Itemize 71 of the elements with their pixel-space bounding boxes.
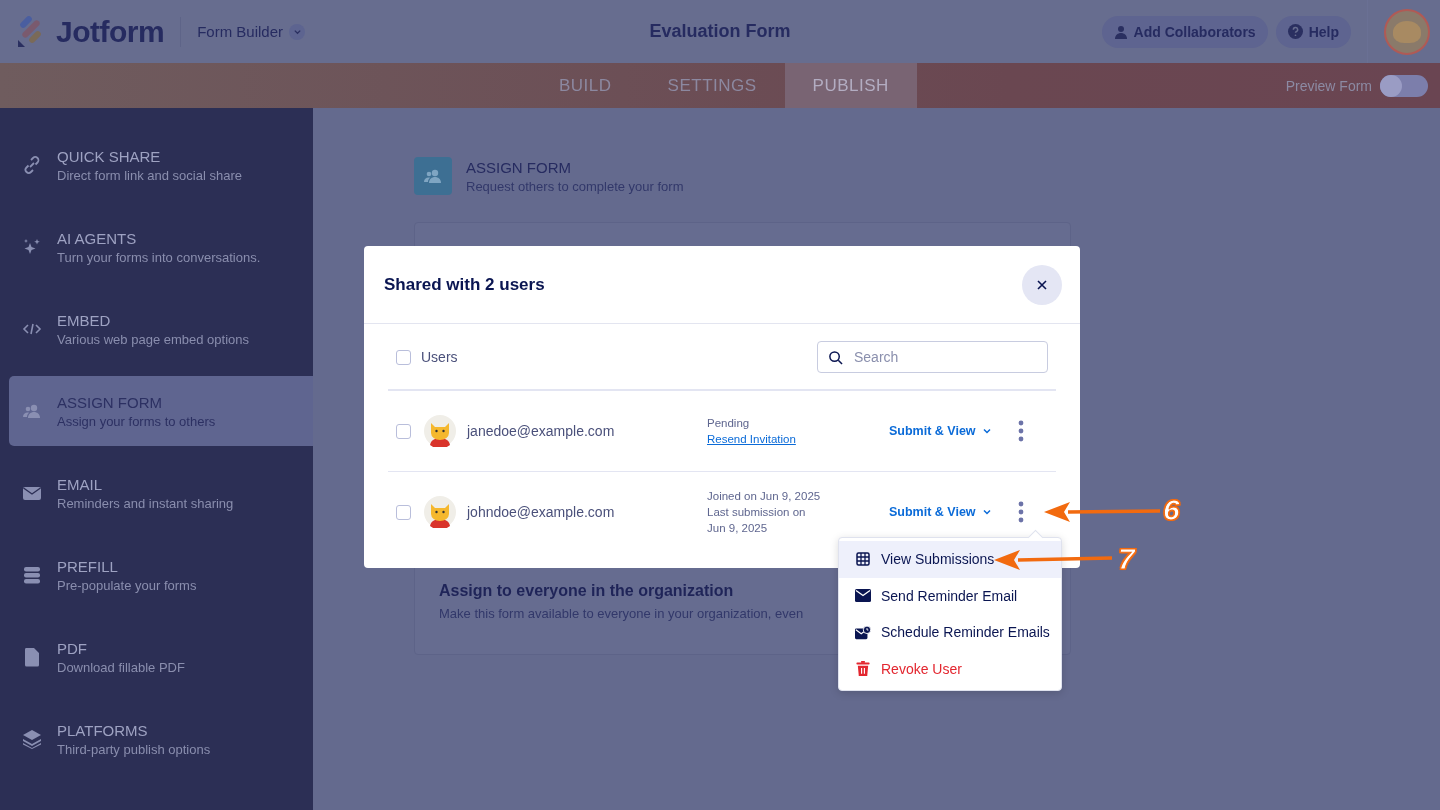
user-email: johndoe@example.com bbox=[467, 504, 616, 520]
card-title: Assign to everyone in the organization bbox=[439, 582, 734, 600]
menu-item[interactable]: Schedule Reminder Emails bbox=[839, 614, 1061, 651]
search-field[interactable]: Search bbox=[817, 341, 1048, 373]
row-checkbox[interactable] bbox=[396, 423, 411, 439]
sidebar-item[interactable]: EMAIL Reminders and instant sharing bbox=[9, 458, 313, 528]
people-icon bbox=[414, 157, 452, 195]
permission-dropdown[interactable]: Submit & View bbox=[889, 424, 992, 438]
close-icon bbox=[1036, 278, 1048, 291]
sidebar-item-title: PLATFORMS bbox=[57, 721, 149, 739]
sidebar-item[interactable]: PREFILL Pre-populate your forms bbox=[9, 540, 313, 610]
dialog-title: Shared with 2 users bbox=[384, 274, 545, 295]
user-email: janedoe@example.com bbox=[467, 423, 616, 439]
sidebar-item-title: EMAIL bbox=[57, 475, 103, 493]
mail-clock-icon bbox=[855, 624, 871, 640]
sidebar-item[interactable]: EMBED Various web page embed options bbox=[9, 294, 313, 364]
help-icon bbox=[1287, 24, 1303, 39]
search-icon bbox=[828, 350, 843, 365]
sidebar-item-subtitle: Download fillable PDF bbox=[57, 659, 185, 675]
row-checkbox[interactable] bbox=[396, 504, 411, 520]
sidebar-item[interactable]: PDF Download fillable PDF bbox=[9, 622, 313, 692]
sidebar-item-subtitle: Direct form link and social share bbox=[57, 167, 242, 183]
sidebar-item-title: AI AGENTS bbox=[57, 229, 138, 247]
menu-item[interactable]: Send Reminder Email bbox=[839, 577, 1061, 614]
status-text: Jun 9, 2025 bbox=[707, 522, 769, 534]
sidebar-item-title: PREFILL bbox=[57, 557, 119, 575]
logo-text: Jotform bbox=[56, 14, 165, 49]
sidebar-item-title: QUICK SHARE bbox=[57, 147, 162, 165]
more-options-button[interactable] bbox=[1017, 501, 1024, 523]
section-title: ASSIGN FORM bbox=[466, 158, 572, 176]
preview-label: Preview Form bbox=[1285, 77, 1372, 94]
form-title: Evaluation Form bbox=[649, 21, 791, 42]
form-builder-menu[interactable]: Form Builder bbox=[197, 23, 306, 40]
preview-toggle[interactable] bbox=[1380, 74, 1428, 97]
table-icon bbox=[855, 552, 871, 567]
sidebar-item-subtitle: Pre-populate your forms bbox=[57, 577, 197, 593]
trash-icon bbox=[855, 661, 871, 677]
status-text: Joined on Jun 9, 2025 bbox=[707, 490, 822, 502]
sidebar-item-subtitle: Reminders and instant sharing bbox=[57, 495, 234, 511]
chevron-down-icon bbox=[981, 426, 992, 436]
menu-item[interactable]: Revoke User bbox=[839, 650, 1061, 687]
callout-number: 6 bbox=[1163, 493, 1180, 527]
sidebar-item-title: PDF bbox=[57, 639, 88, 657]
sidebar-item-subtitle: Various web page embed options bbox=[57, 331, 249, 347]
mail-icon bbox=[855, 589, 871, 603]
stack-icon bbox=[22, 565, 42, 585]
layers-icon bbox=[22, 729, 42, 749]
sidebar-item[interactable]: QUICK SHARE Direct form link and social share bbox=[9, 130, 313, 200]
more-options-button[interactable] bbox=[1017, 420, 1024, 442]
pdf-icon bbox=[22, 647, 42, 667]
permission-dropdown[interactable]: Submit & View bbox=[889, 505, 992, 519]
avatar-icon bbox=[424, 415, 456, 447]
sidebar-item-subtitle: Third-party publish options bbox=[57, 741, 211, 757]
close-button[interactable] bbox=[1022, 264, 1062, 305]
person-icon bbox=[1113, 24, 1128, 39]
sidebar-item-subtitle: Turn your forms into conversations. bbox=[57, 249, 261, 265]
callout-number: 7 bbox=[1118, 542, 1135, 576]
avatar-icon bbox=[424, 496, 456, 528]
users-label: Users bbox=[421, 349, 458, 365]
link-icon bbox=[22, 155, 42, 175]
resend-link[interactable]: Resend Invitation bbox=[707, 433, 887, 445]
status-text: Pending bbox=[707, 417, 751, 429]
sidebar-item-title: EMBED bbox=[57, 311, 112, 329]
sidebar-item[interactable]: AI AGENTS Turn your forms into conversations. bbox=[9, 212, 313, 282]
sidebar-item[interactable]: PLATFORMS Third-party publish options bbox=[9, 704, 313, 774]
menu-item[interactable]: View Submissions bbox=[839, 541, 1061, 578]
status-text: Last submission on bbox=[707, 506, 807, 518]
chevron-down-icon bbox=[981, 507, 992, 517]
select-all-checkbox[interactable] bbox=[396, 349, 411, 365]
chevron-down-icon bbox=[289, 23, 306, 40]
avatar-icon[interactable] bbox=[1384, 8, 1430, 55]
